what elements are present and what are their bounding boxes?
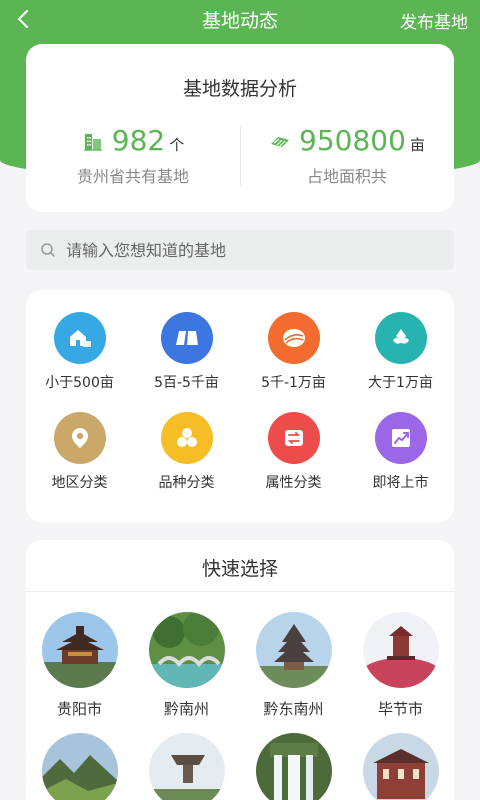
land-icon bbox=[271, 136, 290, 147]
city-photo bbox=[148, 733, 225, 800]
publish-base-button[interactable]: 发布基地 bbox=[400, 8, 468, 33]
quick-select-card: 快速选择 贵阳市 黔南州 黔东南州 毕节市 bbox=[26, 540, 454, 800]
category-attribute[interactable]: 属性分类 bbox=[240, 412, 347, 492]
category-label: 属性分类 bbox=[265, 475, 322, 491]
bases-count: 982 bbox=[111, 124, 166, 157]
quick-divider bbox=[26, 591, 454, 592]
farmhouse-icon bbox=[53, 312, 106, 364]
city-grid: 贵阳市 黔南州 黔东南州 毕节市 bbox=[26, 612, 454, 800]
field-icon bbox=[160, 312, 213, 364]
city-label: 毕节市 bbox=[377, 700, 423, 718]
category-region[interactable]: 地区分类 bbox=[26, 412, 133, 492]
city-photo bbox=[41, 733, 118, 800]
city-guiyang[interactable]: 贵阳市 bbox=[26, 612, 133, 719]
building-icon bbox=[83, 133, 102, 151]
top-bar: 基地动态 发布基地 bbox=[0, 0, 480, 40]
area-value: 950800 bbox=[299, 124, 406, 157]
category-label: 地区分类 bbox=[51, 475, 108, 491]
search-icon bbox=[41, 243, 55, 257]
city-photo bbox=[148, 612, 225, 688]
city-photo bbox=[255, 733, 332, 800]
city-photo bbox=[41, 612, 118, 688]
city-label: 黔南州 bbox=[163, 700, 209, 718]
area-unit: 亩 bbox=[409, 136, 425, 154]
quick-select-title: 快速选择 bbox=[201, 558, 278, 580]
category-label: 品种分类 bbox=[158, 475, 215, 491]
category-label: 5百-5千亩 bbox=[154, 375, 219, 391]
category-over-10000[interactable]: 大于1万亩 bbox=[347, 312, 454, 392]
stats-card: 基地数据分析 982 个 贵州省共有基地 950800 亩 占地面积共 bbox=[26, 44, 454, 212]
stat-bases: 982 个 贵州省共有基地 bbox=[26, 124, 240, 187]
area-label: 占地面积共 bbox=[306, 167, 387, 186]
category-coming-soon[interactable]: 即将上市 bbox=[347, 412, 454, 492]
variety-icon bbox=[160, 412, 213, 464]
city-bijie[interactable]: 毕节市 bbox=[347, 612, 454, 719]
location-icon bbox=[53, 412, 106, 464]
category-label: 大于1万亩 bbox=[368, 375, 433, 391]
category-under-500[interactable]: 小于500亩 bbox=[26, 312, 133, 392]
city-item-5[interactable] bbox=[26, 733, 133, 800]
search-bar[interactable] bbox=[26, 230, 454, 270]
category-grid: 小于500亩 5百-5千亩 5千-1万亩 大于1万亩 地区分类 品种分类 属性分… bbox=[26, 312, 454, 492]
category-label: 小于500亩 bbox=[45, 375, 114, 391]
bases-unit: 个 bbox=[169, 136, 185, 154]
plant-icon bbox=[374, 312, 427, 364]
city-label: 黔东南州 bbox=[263, 700, 324, 718]
terrace-icon bbox=[267, 312, 320, 364]
category-label: 即将上市 bbox=[372, 475, 429, 491]
city-item-8[interactable] bbox=[347, 733, 454, 800]
trend-up-icon bbox=[374, 412, 427, 464]
city-photo bbox=[255, 612, 332, 688]
city-photo bbox=[362, 733, 439, 800]
stat-area: 950800 亩 占地面积共 bbox=[240, 124, 454, 187]
category-500-5000[interactable]: 5百-5千亩 bbox=[133, 312, 240, 392]
city-qiandongnan[interactable]: 黔东南州 bbox=[240, 612, 347, 719]
stats-title: 基地数据分析 bbox=[182, 78, 297, 100]
category-5000-10000[interactable]: 5千-1万亩 bbox=[240, 312, 347, 392]
category-variety[interactable]: 品种分类 bbox=[133, 412, 240, 492]
attribute-icon bbox=[267, 412, 320, 464]
category-card: 小于500亩 5百-5千亩 5千-1万亩 大于1万亩 地区分类 品种分类 属性分… bbox=[26, 290, 454, 522]
city-item-7[interactable] bbox=[240, 733, 347, 800]
city-item-6[interactable] bbox=[133, 733, 240, 800]
search-input[interactable] bbox=[66, 240, 426, 260]
city-label: 贵阳市 bbox=[56, 700, 102, 718]
category-label: 5千-1万亩 bbox=[261, 375, 326, 391]
bases-label: 贵州省共有基地 bbox=[76, 167, 189, 186]
city-photo bbox=[362, 612, 439, 688]
city-qiannan[interactable]: 黔南州 bbox=[133, 612, 240, 719]
